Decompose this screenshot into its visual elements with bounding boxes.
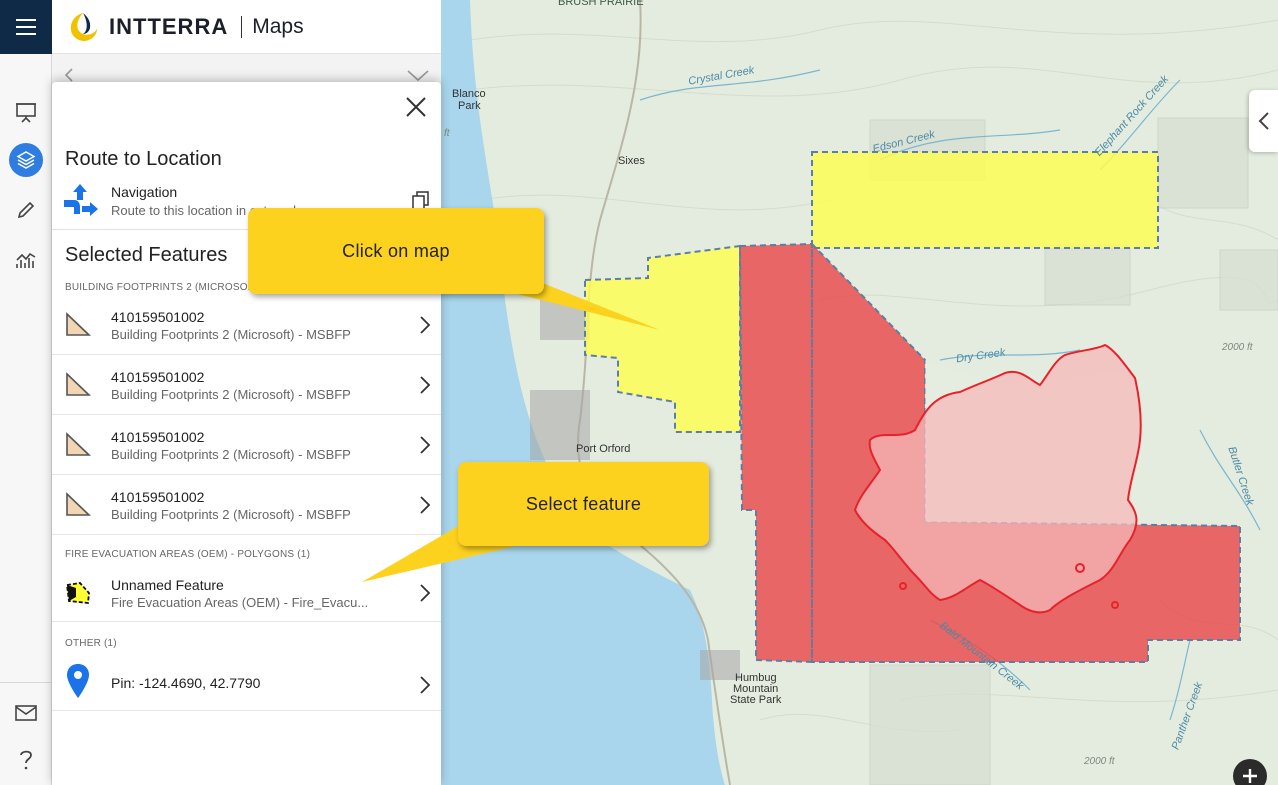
callout-click-map: Click on map bbox=[248, 208, 544, 294]
callout-pointers bbox=[362, 282, 660, 582]
callout-select-feature: Select feature bbox=[458, 462, 709, 546]
